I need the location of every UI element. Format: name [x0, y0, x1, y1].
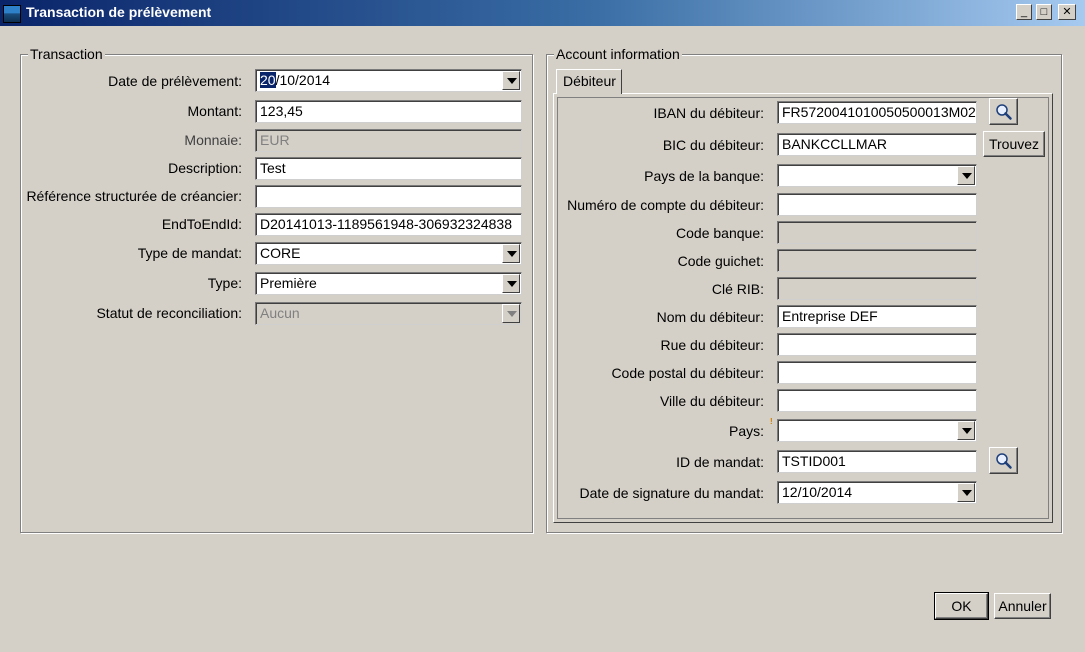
date-prelevement-combo[interactable]: 20/10/2014: [255, 69, 522, 92]
account-legend: Account information: [554, 46, 682, 62]
trouvez-button[interactable]: Trouvez: [983, 131, 1045, 157]
nom-input[interactable]: Entreprise DEF: [777, 305, 977, 328]
tab-debiteur[interactable]: Débiteur: [556, 69, 622, 94]
chevron-down-icon[interactable]: [502, 244, 520, 263]
numero-compte-label: Numéro de compte du débiteur:: [567, 197, 764, 213]
rue-input[interactable]: [777, 333, 977, 356]
code-postal-label: Code postal du débiteur:: [611, 365, 764, 381]
warning-icon: !: [770, 417, 773, 426]
date-value-selected: 20: [260, 72, 276, 88]
id-mandat-label: ID de mandat:: [676, 454, 764, 470]
title-bar: Transaction de prélèvement _ □ ✕: [0, 0, 1085, 26]
date-signature-value: 12/10/2014: [782, 484, 853, 500]
date-value-rest: /10/2014: [275, 72, 331, 88]
app-icon: [3, 5, 21, 23]
maximize-icon: □: [1040, 5, 1048, 18]
ville-label: Ville du débiteur:: [659, 393, 764, 409]
minimize-icon: _: [1020, 5, 1028, 18]
chevron-down-icon[interactable]: [957, 166, 975, 185]
ville-input[interactable]: [777, 389, 977, 412]
pays-combo[interactable]: [777, 419, 977, 442]
bic-input[interactable]: BANKCCLLMAR: [777, 133, 977, 156]
id-mandat-input[interactable]: TSTID001: [777, 450, 977, 473]
minimize-button[interactable]: _: [1016, 4, 1032, 20]
code-guichet-input: [777, 249, 977, 272]
code-postal-input[interactable]: [777, 361, 977, 384]
chevron-down-icon[interactable]: [957, 421, 975, 440]
monnaie-label: Monnaie:: [184, 132, 242, 148]
close-button[interactable]: ✕: [1058, 4, 1076, 20]
cle-rib-input: [777, 277, 977, 300]
close-icon: ✕: [1062, 5, 1072, 18]
pays-label: Pays:: [728, 423, 764, 439]
iban-input[interactable]: FR5720041010050500013M02: [777, 101, 977, 124]
endtoend-label: EndToEndId:: [161, 216, 242, 232]
nom-label: Nom du débiteur:: [656, 309, 764, 325]
date-signature-combo[interactable]: 12/10/2014: [777, 481, 977, 504]
reference-input[interactable]: [255, 185, 522, 208]
endtoend-input[interactable]: D20141013-1189561948-306932324838: [255, 213, 522, 236]
maximize-button[interactable]: □: [1036, 4, 1052, 20]
description-input[interactable]: Test: [255, 157, 522, 180]
code-banque-input: [777, 221, 977, 244]
montant-label: Montant:: [187, 103, 242, 119]
type-value: Première: [260, 275, 317, 291]
mandat-search-button[interactable]: [989, 447, 1018, 474]
montant-input[interactable]: 123,45: [255, 100, 522, 123]
type-mandat-value: CORE: [260, 245, 301, 261]
ok-button[interactable]: OK: [934, 592, 989, 620]
statut-value: Aucun: [260, 305, 300, 321]
chevron-down-icon[interactable]: [502, 71, 520, 90]
transaction-legend: Transaction: [28, 46, 105, 62]
annuler-button[interactable]: Annuler: [994, 593, 1051, 619]
chevron-down-icon[interactable]: [502, 274, 520, 293]
iban-label: IBAN du débiteur:: [653, 105, 764, 121]
window-title: Transaction de prélèvement: [26, 4, 212, 20]
bic-label: BIC du débiteur:: [662, 137, 764, 153]
magnifier-icon: [995, 452, 1012, 469]
type-label: Type:: [207, 275, 242, 291]
iban-search-button[interactable]: [989, 98, 1018, 125]
code-banque-label: Code banque:: [676, 225, 764, 241]
statut-label: Statut de reconciliation:: [96, 305, 242, 321]
cle-rib-label: Clé RIB:: [711, 281, 764, 297]
chevron-down-icon: [502, 304, 520, 323]
statut-combo: Aucun: [255, 302, 522, 325]
chevron-down-icon[interactable]: [957, 483, 975, 502]
type-combo[interactable]: Première: [255, 272, 522, 295]
monnaie-input: EUR: [255, 129, 522, 152]
date-signature-label: Date de signature du mandat:: [579, 485, 764, 501]
description-label: Description:: [168, 160, 242, 176]
rue-label: Rue du débiteur:: [660, 337, 764, 353]
pays-banque-combo[interactable]: [777, 164, 977, 187]
date-label: Date de prélèvement:: [108, 73, 242, 89]
magnifier-icon: [995, 103, 1012, 120]
pays-banque-label: Pays de la banque:: [644, 168, 764, 184]
type-mandat-label: Type de mandat:: [137, 245, 242, 261]
numero-compte-input[interactable]: [777, 193, 977, 216]
code-guichet-label: Code guichet:: [677, 253, 764, 269]
reference-label: Référence structurée de créancier:: [26, 188, 242, 204]
type-mandat-combo[interactable]: CORE: [255, 242, 522, 265]
